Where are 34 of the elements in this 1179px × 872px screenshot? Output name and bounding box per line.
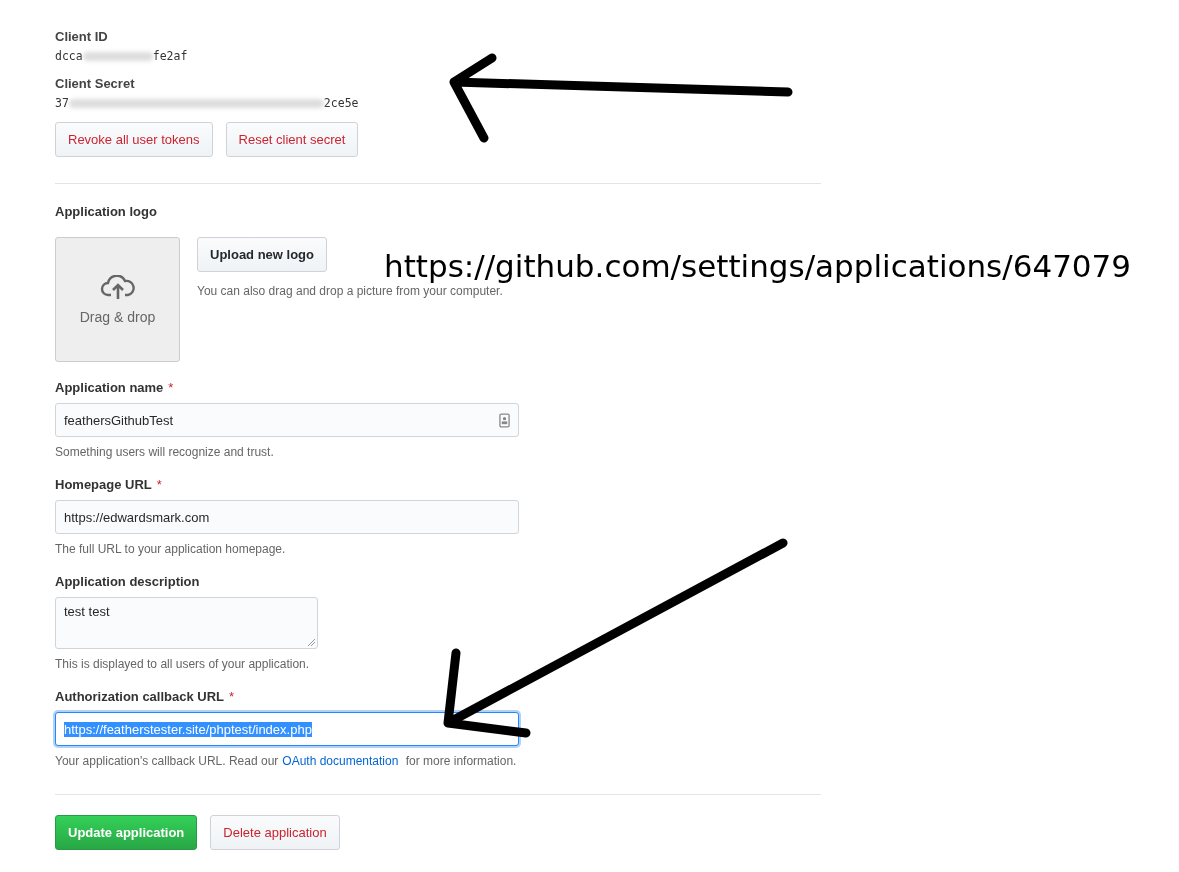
field-hint: Something users will recognize and trust. bbox=[55, 445, 275, 459]
field-hint: Your application's callback URL. Read our OAuth documentation for more information. bbox=[55, 754, 518, 768]
contact-card-icon bbox=[499, 412, 510, 428]
field-label: Authorization callback URL bbox=[55, 689, 225, 704]
credential-value: 2ce5e bbox=[323, 96, 359, 110]
text-field[interactable]: feathersGithubTest bbox=[55, 403, 519, 437]
description-field[interactable]: test test bbox=[55, 597, 318, 649]
form-action-button[interactable]: Delete application bbox=[210, 815, 340, 850]
redaction-blur bbox=[82, 51, 153, 61]
oauth-docs-link[interactable]: OAuth documentation bbox=[282, 754, 399, 768]
field-label: Application description bbox=[55, 574, 200, 589]
credential-value: 37 bbox=[55, 96, 69, 110]
text-field[interactable]: https://edwardsmark.com bbox=[55, 500, 519, 534]
field-hint: This is displayed to all users of your application. bbox=[55, 657, 311, 671]
credential-label: Client Secret bbox=[55, 75, 136, 93]
required-mark: * bbox=[168, 380, 174, 395]
text-field[interactable]: https://featherstester.site/phptest/index.php bbox=[55, 712, 519, 746]
field-label: Application logo bbox=[55, 204, 158, 219]
credential-button[interactable]: Revoke all user tokens bbox=[55, 122, 213, 157]
upload-logo-button[interactable]: Upload new logo bbox=[197, 237, 327, 272]
credential-label: Client ID bbox=[55, 28, 109, 46]
cloud-upload-icon bbox=[99, 274, 136, 301]
field-label: Application name bbox=[55, 380, 164, 395]
credential-value: dcca bbox=[55, 49, 83, 63]
field-hint: You can also drag and drop a picture from your computer. bbox=[197, 284, 503, 298]
annotation-url: https://github.com/settings/applications/647079 bbox=[384, 248, 1132, 284]
logo-dropzone[interactable]: Drag & drop bbox=[55, 237, 180, 362]
credential-value: fe2af bbox=[152, 49, 188, 63]
required-mark: * bbox=[229, 689, 235, 704]
resize-grip-icon bbox=[307, 638, 315, 646]
field-hint: The full URL to your application homepage. bbox=[55, 542, 287, 556]
required-mark: * bbox=[156, 477, 162, 492]
field-label: Homepage URL bbox=[55, 477, 152, 492]
credential-button[interactable]: Reset client secret bbox=[225, 122, 359, 157]
